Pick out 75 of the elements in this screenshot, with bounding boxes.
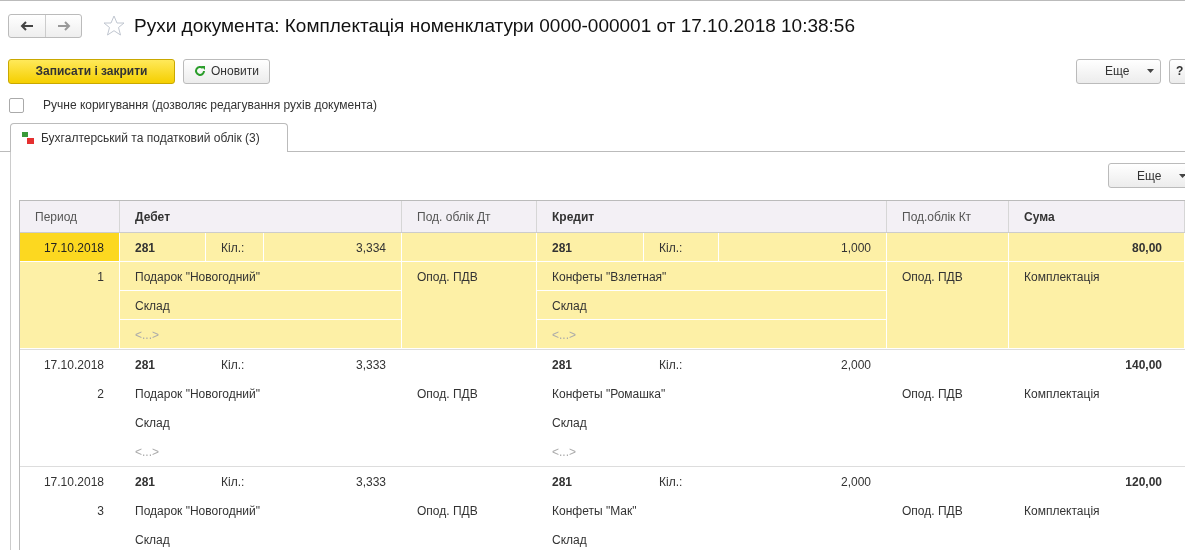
quantity-cell-text: 3,333: [354, 357, 387, 374]
more-button[interactable]: Еще: [1076, 58, 1161, 84]
column-header[interactable]: Под. облік Дт: [402, 201, 537, 232]
account-cell-text: 281: [551, 357, 574, 374]
subconto-cell-text: Склад: [551, 415, 588, 432]
number-cell-text: 3: [96, 503, 105, 520]
back-arrow-icon: [20, 21, 34, 31]
column-header[interactable]: Период: [20, 201, 120, 232]
subconto-type-cell: Опод. ПДВ: [402, 262, 537, 349]
amount-cell-text: 140,00: [1124, 357, 1163, 374]
period-cell-text: 17.10.2018: [42, 357, 105, 374]
quantity-cell: 3,334: [264, 233, 402, 262]
window-title: Рухи документа: Комплектація номенклатури 0000-000001 от 17.10.2018 10:38:56: [134, 15, 855, 37]
subconto-type-cell-text: Опод. ПДВ: [416, 503, 479, 520]
quantity-cell-text: 2,000: [839, 357, 872, 374]
subconto-type-cell-text: Опод. ПДВ: [416, 386, 479, 403]
column-header[interactable]: Под.облік Кт: [887, 201, 1009, 232]
column-header[interactable]: Кредит: [537, 201, 887, 232]
quantity-label: Кіл.:: [220, 474, 246, 491]
more-button[interactable]: Еще: [1108, 163, 1185, 188]
subconto-cell-text: <...>: [551, 444, 578, 461]
account-cell-text: 281: [134, 474, 157, 491]
refresh-button[interactable]: Оновити: [183, 58, 270, 84]
forward-arrow-icon: [56, 21, 71, 31]
subconto-cell-text: Подарок "Новогодний": [134, 386, 261, 403]
subconto-cell-text: Конфеты "Мак": [551, 503, 638, 520]
subconto-type-cell-text: Опод. ПДВ: [901, 503, 964, 520]
subconto-cell: <...>: [537, 320, 887, 349]
period-cell: 17.10.2018: [20, 233, 120, 262]
subconto-cell: Склад: [120, 291, 402, 320]
debit-credit-icon: [21, 131, 35, 145]
quantity-label: Кіл.:: [644, 233, 719, 262]
content-cell-text: Комплектація: [1023, 503, 1101, 520]
number-cell-text: 2: [96, 386, 105, 403]
subconto-cell: <...>: [120, 320, 402, 349]
account-cell-text: 281: [134, 357, 157, 374]
subconto-cell-text: <...>: [134, 444, 161, 461]
subconto-cell: Подарок "Новогодний": [120, 262, 402, 291]
quantity-cell-text: 2,000: [839, 474, 872, 491]
content-cell-text: Комплектація: [1023, 386, 1101, 403]
table-row[interactable]: 17.10.2018 1 281 Кіл.: 3,334 Подарок "Новогодний" Склад <...> Опод. ПДВ 281 Кіл.: 1,000 Конфеты "Взлетная" Склад <...> Опод. ПДВ 80,00 Комплектація: [20, 233, 1185, 350]
subconto-cell-text: Подарок "Новогодний": [134, 503, 261, 520]
caret-icon: [1179, 173, 1185, 178]
tab[interactable]: Бухгалтерський та податковий облік (3): [10, 123, 288, 152]
subconto-cell-text: Склад: [551, 532, 588, 549]
quantity-label: Кіл.:: [658, 357, 684, 374]
amount-cell: 80,00: [1009, 233, 1185, 262]
quantity-cell-text: 3,333: [354, 474, 387, 491]
subconto-cell-text: Склад: [134, 415, 171, 432]
column-header[interactable]: Сума: [1009, 201, 1185, 232]
help-button[interactable]: ?: [1169, 58, 1185, 84]
subconto-cell-text: Склад: [134, 532, 171, 549]
subconto-type-cell: Опод. ПДВ: [887, 262, 1009, 349]
subconto-cell: Склад: [537, 291, 887, 320]
subconto-type-cell-text: Опод. ПДВ: [901, 386, 964, 403]
refresh-icon: [194, 65, 206, 77]
save-and-close-button[interactable]: Записати і закрити: [8, 58, 175, 84]
number-cell: 1: [20, 262, 120, 349]
star-icon[interactable]: [102, 14, 126, 38]
period-cell-text: 17.10.2018: [42, 474, 105, 491]
quantity-cell: 1,000: [719, 233, 887, 262]
quantity-label: Кіл.:: [220, 357, 246, 374]
quantity-label: Кіл.:: [206, 233, 264, 262]
caret-icon: [1147, 69, 1154, 73]
checkbox-label: Ручне коригування (дозволяє редагування рухів документа): [43, 98, 377, 112]
quantity-label: Кіл.:: [658, 474, 684, 491]
column-header[interactable]: Дебет: [120, 201, 402, 232]
subconto-cell-text: Конфеты "Ромашка": [551, 386, 667, 403]
account-cell-text: 281: [551, 474, 574, 491]
checkbox[interactable]: [9, 97, 24, 113]
subconto-cell: Конфеты "Взлетная": [537, 262, 887, 291]
account-cell: 281: [120, 233, 206, 262]
account-cell: 281: [537, 233, 644, 262]
amount-cell-text: 120,00: [1124, 474, 1163, 491]
content-cell: Комплектація: [1009, 262, 1185, 349]
